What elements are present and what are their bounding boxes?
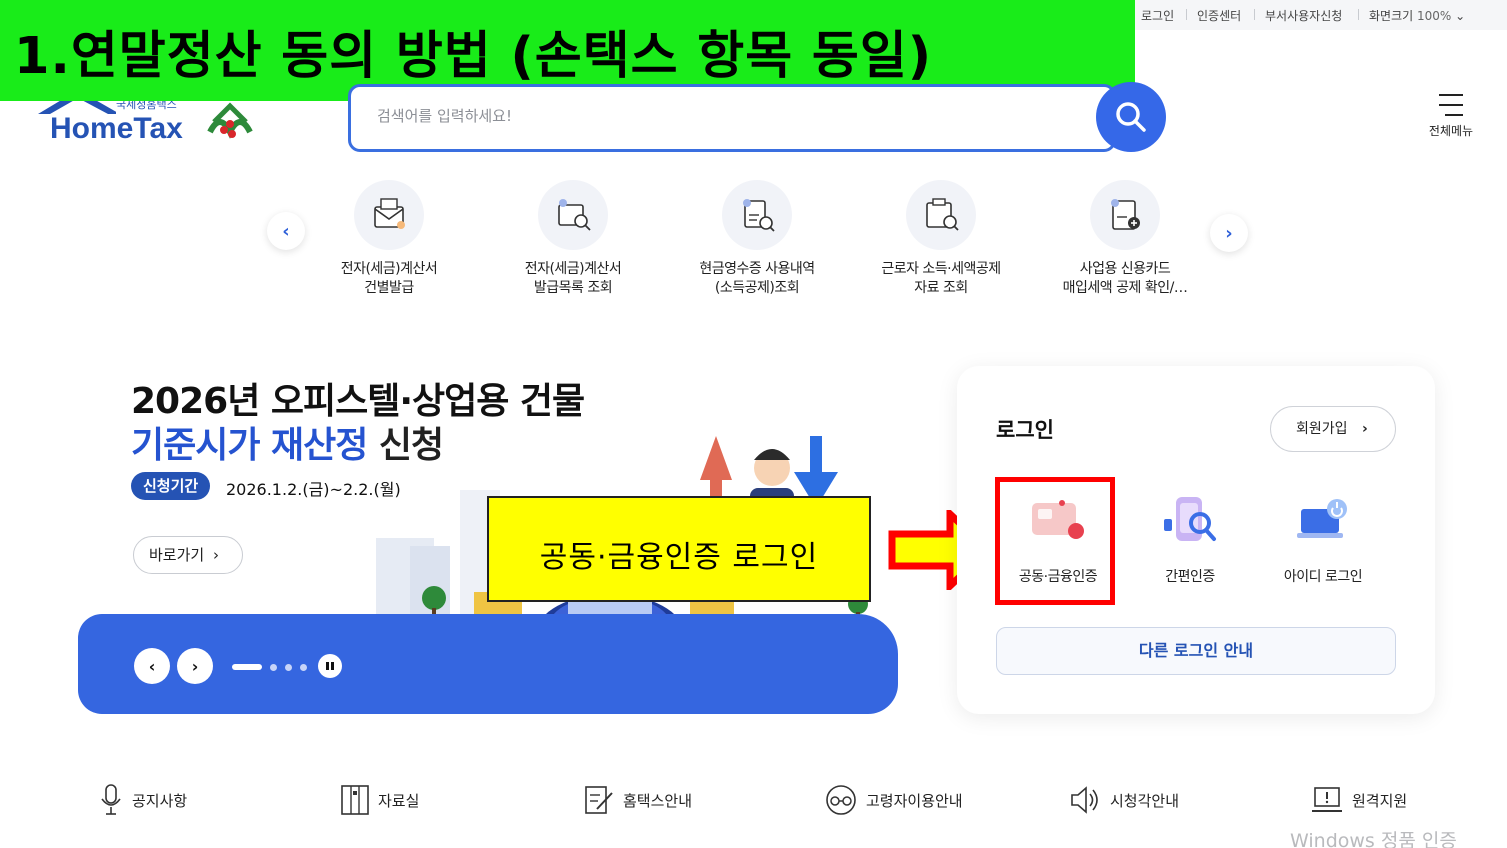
quick-label-line2: 자료 조회 — [914, 280, 968, 296]
join-button-label: 회원가입 — [1296, 421, 1348, 437]
pagination-dot[interactable] — [285, 664, 292, 671]
hamburger-icon — [1439, 94, 1463, 116]
full-menu-button[interactable]: 전체메뉴 — [1420, 90, 1482, 146]
holly-icon — [207, 102, 253, 139]
zoom-label: 화면크기 — [1369, 9, 1414, 23]
chevron-left-icon: ‹ — [282, 220, 290, 242]
quick-label-line1: 사업용 신용카드 — [1079, 261, 1171, 277]
banner-pause-button[interactable] — [318, 654, 342, 678]
util-zoom-control[interactable]: 화면크기 100% ⌄ — [1369, 7, 1465, 24]
go-button-label: 바로가기 — [149, 546, 205, 564]
phone-search-icon — [1160, 490, 1220, 550]
quick-label-line2: (소득공제)조회 — [714, 280, 800, 296]
util-dept-user-link[interactable]: 부서사용자신청 — [1265, 7, 1342, 24]
laptop-alert-icon — [1312, 787, 1342, 812]
login-option-id-login[interactable]: 아이디 로그인 — [1263, 490, 1383, 586]
receipt-search-icon — [722, 180, 792, 250]
pagination-dot-active[interactable] — [232, 664, 262, 670]
quick-item-cash-receipt[interactable]: 현금영수증 사용내역 (소득공제)조회 — [677, 180, 837, 298]
quick-item-worker-deduction[interactable]: 근로자 소득·세액공제자료 조회 — [861, 180, 1021, 298]
chevron-right-icon: › — [1225, 222, 1233, 244]
bottom-guide-link[interactable]: 홈택스안내 — [583, 780, 692, 820]
chevron-right-icon: › — [1361, 421, 1368, 437]
document-add-icon — [1090, 180, 1160, 250]
go-button[interactable]: 바로가기 › — [133, 536, 243, 574]
quick-label-line1: 전자(세금)계산서 — [340, 261, 438, 277]
windows-activation-watermark: Windows 정품 인증 — [1290, 830, 1457, 848]
util-login-link[interactable]: 로그인 — [1141, 7, 1174, 24]
speaker-icon — [1071, 786, 1098, 814]
pause-icon — [326, 662, 334, 670]
quick-item-tax-invoice-issue[interactable]: 전자(세금)계산서건별발급 — [309, 180, 469, 298]
bottom-label: 홈택스안내 — [623, 791, 693, 810]
other-login-button[interactable]: 다른 로그인 안내 — [996, 627, 1396, 675]
bottom-library-link[interactable]: 자료실 — [340, 780, 419, 820]
chevron-right-icon: › — [212, 546, 219, 564]
login-option-label: 간편인증 — [1165, 569, 1215, 585]
tax-search-icon — [538, 180, 608, 250]
search-box — [348, 84, 1116, 152]
callout-text: 공동·금융인증 로그인 — [539, 540, 819, 575]
chevron-left-icon: ‹ — [148, 656, 156, 676]
quick-label-line2: 건별발급 — [364, 280, 414, 296]
search-button[interactable] — [1096, 82, 1166, 152]
login-title: 로그인 — [996, 418, 1054, 442]
pagination-dot[interactable] — [270, 664, 277, 671]
util-divider — [1358, 9, 1359, 20]
bottom-label: 자료실 — [378, 791, 420, 810]
chevron-down-icon: ⌄ — [1455, 9, 1466, 23]
callout-box: 공동·금융인증 로그인 — [487, 496, 871, 602]
document-pen-icon — [585, 786, 613, 814]
quick-label-line2: 매입세액 공제 확인/… — [1062, 280, 1188, 296]
banner-next-button[interactable]: › — [177, 648, 213, 684]
bottom-remote-support-link[interactable]: 원격지원 — [1310, 780, 1407, 820]
bottom-label: 원격지원 — [1352, 791, 1408, 810]
quick-item-tax-invoice-list[interactable]: 전자(세금)계산서발급목록 조회 — [493, 180, 653, 298]
quick-label-line1: 근로자 소득·세액공제 — [881, 261, 1001, 277]
logo-name: HomeTax — [50, 112, 183, 145]
period-badge: 신청기간 — [131, 472, 211, 500]
login-option-simple-auth[interactable]: 간편인증 — [1130, 490, 1250, 586]
bottom-senior-link[interactable]: 고령자이용안내 — [824, 780, 963, 820]
microphone-icon — [101, 784, 121, 815]
pagination-dot[interactable] — [300, 664, 307, 671]
bottom-label: 시청각안내 — [1110, 791, 1180, 810]
senior-glasses-icon — [826, 785, 856, 815]
util-divider — [1254, 9, 1255, 20]
highlight-box — [995, 477, 1115, 605]
banner-prev-button[interactable]: ‹ — [134, 648, 170, 684]
quick-item-business-card[interactable]: 사업용 신용카드매입세액 공제 확인/… — [1045, 180, 1205, 298]
search-input[interactable] — [377, 107, 1057, 125]
clipboard-search-icon — [906, 180, 976, 250]
util-cert-center-link[interactable]: 인증센터 — [1197, 7, 1241, 24]
bottom-notice-link[interactable]: 공지사항 — [98, 780, 187, 820]
search-icon — [1116, 102, 1146, 132]
laptop-power-icon — [1293, 490, 1353, 550]
utility-bar: 로그인 인증센터 부서사용자신청 화면크기 100% ⌄ — [1130, 0, 1507, 30]
quick-label-line1: 전자(세금)계산서 — [524, 261, 622, 277]
util-divider — [1186, 9, 1187, 20]
bottom-label: 고령자이용안내 — [866, 791, 963, 810]
full-menu-label: 전체메뉴 — [1428, 124, 1474, 138]
tax-envelope-icon — [354, 180, 424, 250]
zoom-value: 100% — [1417, 9, 1452, 23]
chevron-right-icon: › — [191, 656, 199, 676]
login-option-label: 아이디 로그인 — [1283, 569, 1363, 585]
quick-label-line2: 발급목록 조회 — [533, 280, 613, 296]
quick-next-button[interactable]: › — [1210, 214, 1248, 252]
bottom-label: 공지사항 — [132, 791, 188, 810]
bottom-accessibility-link[interactable]: 시청각안내 — [1068, 780, 1179, 820]
quick-label-line1: 현금영수증 사용내역 — [699, 261, 815, 277]
quick-prev-button[interactable]: ‹ — [267, 212, 305, 250]
join-button[interactable]: 회원가입 › — [1270, 406, 1396, 452]
overlay-title: 1.연말정산 동의 방법 (손택스 항목 동일) — [14, 27, 933, 86]
banner-title-highlight: 기준시가 재산정 — [131, 425, 368, 466]
cabinet-icon — [341, 785, 369, 815]
